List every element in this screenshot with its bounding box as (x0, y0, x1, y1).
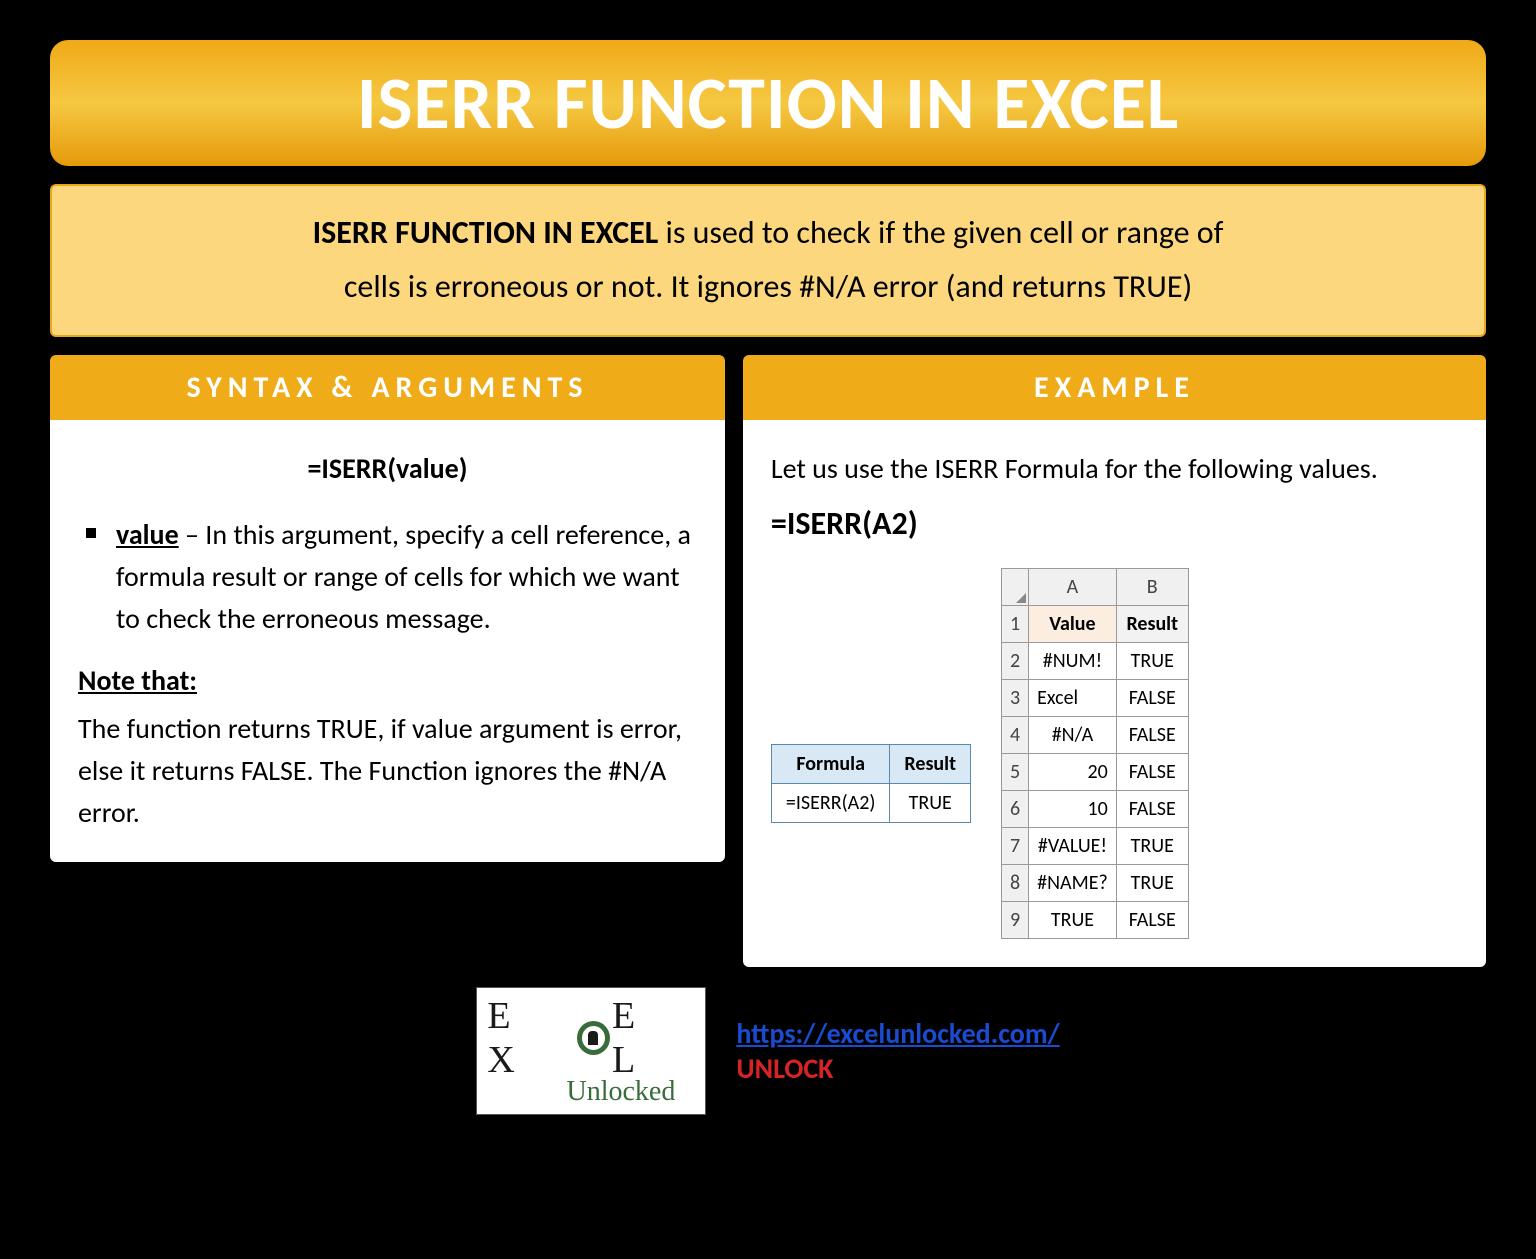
grid-cell-result: FALSE (1116, 753, 1188, 790)
grid-cell-value: Excel (1029, 679, 1117, 716)
formula-result-table: Formula Result =ISERR(A2) TRUE (771, 744, 971, 823)
grid-header-value: Value (1029, 605, 1117, 642)
logo: E X E L Unlocked (476, 987, 706, 1115)
col-a-header: A (1029, 568, 1117, 605)
row-head: 3 (1002, 679, 1029, 716)
footer: E X E L Unlocked https://excelunlocked.c… (50, 987, 1486, 1115)
logo-unlocked-text: Unlocked (566, 1076, 675, 1108)
example-formula: =ISERR(A2) (771, 500, 1458, 548)
syntax-formula: =ISERR(value) (78, 448, 697, 490)
col-b-header: B (1116, 568, 1188, 605)
row-head: 9 (1002, 901, 1029, 938)
ft-header-formula: Formula (771, 744, 890, 783)
grid-cell-value: TRUE (1029, 901, 1117, 938)
footer-unlock: UNLOCK (736, 1051, 833, 1086)
argument-name: value (116, 517, 179, 552)
row-head: 2 (1002, 642, 1029, 679)
example-column: EXAMPLE Let us use the ISERR Formula for… (743, 355, 1486, 967)
intro-text-2: cells is erroneous or not. It ignores #N… (344, 267, 1192, 306)
logo-excel-text: E X E L (487, 994, 695, 1082)
argument-text: value – In this argument, specify a cell… (116, 514, 697, 640)
grid-cell-result: TRUE (1116, 864, 1188, 901)
intro-text-1: is used to check if the given cell or ra… (658, 213, 1223, 252)
intro-bold: ISERR FUNCTION IN EXCEL (313, 213, 659, 252)
example-body: Let us use the ISERR Formula for the fol… (743, 420, 1486, 967)
grid-cell-result: FALSE (1116, 716, 1188, 753)
argument-desc: – In this argument, specify a cell refer… (116, 517, 691, 636)
syntax-header: SYNTAX & ARGUMENTS (50, 355, 725, 420)
grid-cell-result: TRUE (1116, 827, 1188, 864)
example-header: EXAMPLE (743, 355, 1486, 420)
grid-cell-value: #VALUE! (1029, 827, 1117, 864)
grid-cell-value: #N/A (1029, 716, 1117, 753)
grid-cell-value: 10 (1029, 790, 1117, 827)
row-head: 4 (1002, 716, 1029, 753)
row-head: 7 (1002, 827, 1029, 864)
grid-cell-result: FALSE (1116, 901, 1188, 938)
example-intro: Let us use the ISERR Formula for the fol… (771, 448, 1458, 490)
logo-keyhole-icon (577, 1021, 610, 1055)
grid-cell-result: FALSE (1116, 679, 1188, 716)
row-head: 6 (1002, 790, 1029, 827)
row-head: 5 (1002, 753, 1029, 790)
syntax-body: =ISERR(value) value – In this argument, … (50, 420, 725, 862)
note-heading: Note that: (78, 660, 697, 702)
excel-grid: A B 1 Value Result 2#NUM!TRUE3ExcelFALSE… (1001, 568, 1189, 939)
columns: SYNTAX & ARGUMENTS =ISERR(value) value –… (50, 355, 1486, 967)
bullet-icon (86, 528, 96, 538)
title-banner: ISERR FUNCTION IN EXCEL (50, 40, 1486, 166)
ft-header-result: Result (890, 744, 971, 783)
intro-box: ISERR FUNCTION IN EXCEL is used to check… (50, 184, 1486, 337)
grid-corner (1002, 568, 1029, 605)
argument-bullet: value – In this argument, specify a cell… (78, 514, 697, 640)
footer-links: https://excelunlocked.com/ UNLOCK (736, 1016, 1059, 1086)
note-body: The function returns TRUE, if value argu… (78, 708, 697, 834)
ft-cell-formula: =ISERR(A2) (771, 783, 890, 822)
grid-cell-result: FALSE (1116, 790, 1188, 827)
row-head: 8 (1002, 864, 1029, 901)
syntax-column: SYNTAX & ARGUMENTS =ISERR(value) value –… (50, 355, 725, 967)
row-1-head: 1 (1002, 605, 1029, 642)
grid-cell-value: 20 (1029, 753, 1117, 790)
grid-header-result: Result (1116, 605, 1188, 642)
grid-cell-value: #NUM! (1029, 642, 1117, 679)
grid-cell-result: TRUE (1116, 642, 1188, 679)
ft-cell-result: TRUE (890, 783, 971, 822)
footer-url[interactable]: https://excelunlocked.com/ (736, 1016, 1059, 1051)
grid-cell-value: #NAME? (1029, 864, 1117, 901)
page-title: ISERR FUNCTION IN EXCEL (80, 58, 1456, 148)
